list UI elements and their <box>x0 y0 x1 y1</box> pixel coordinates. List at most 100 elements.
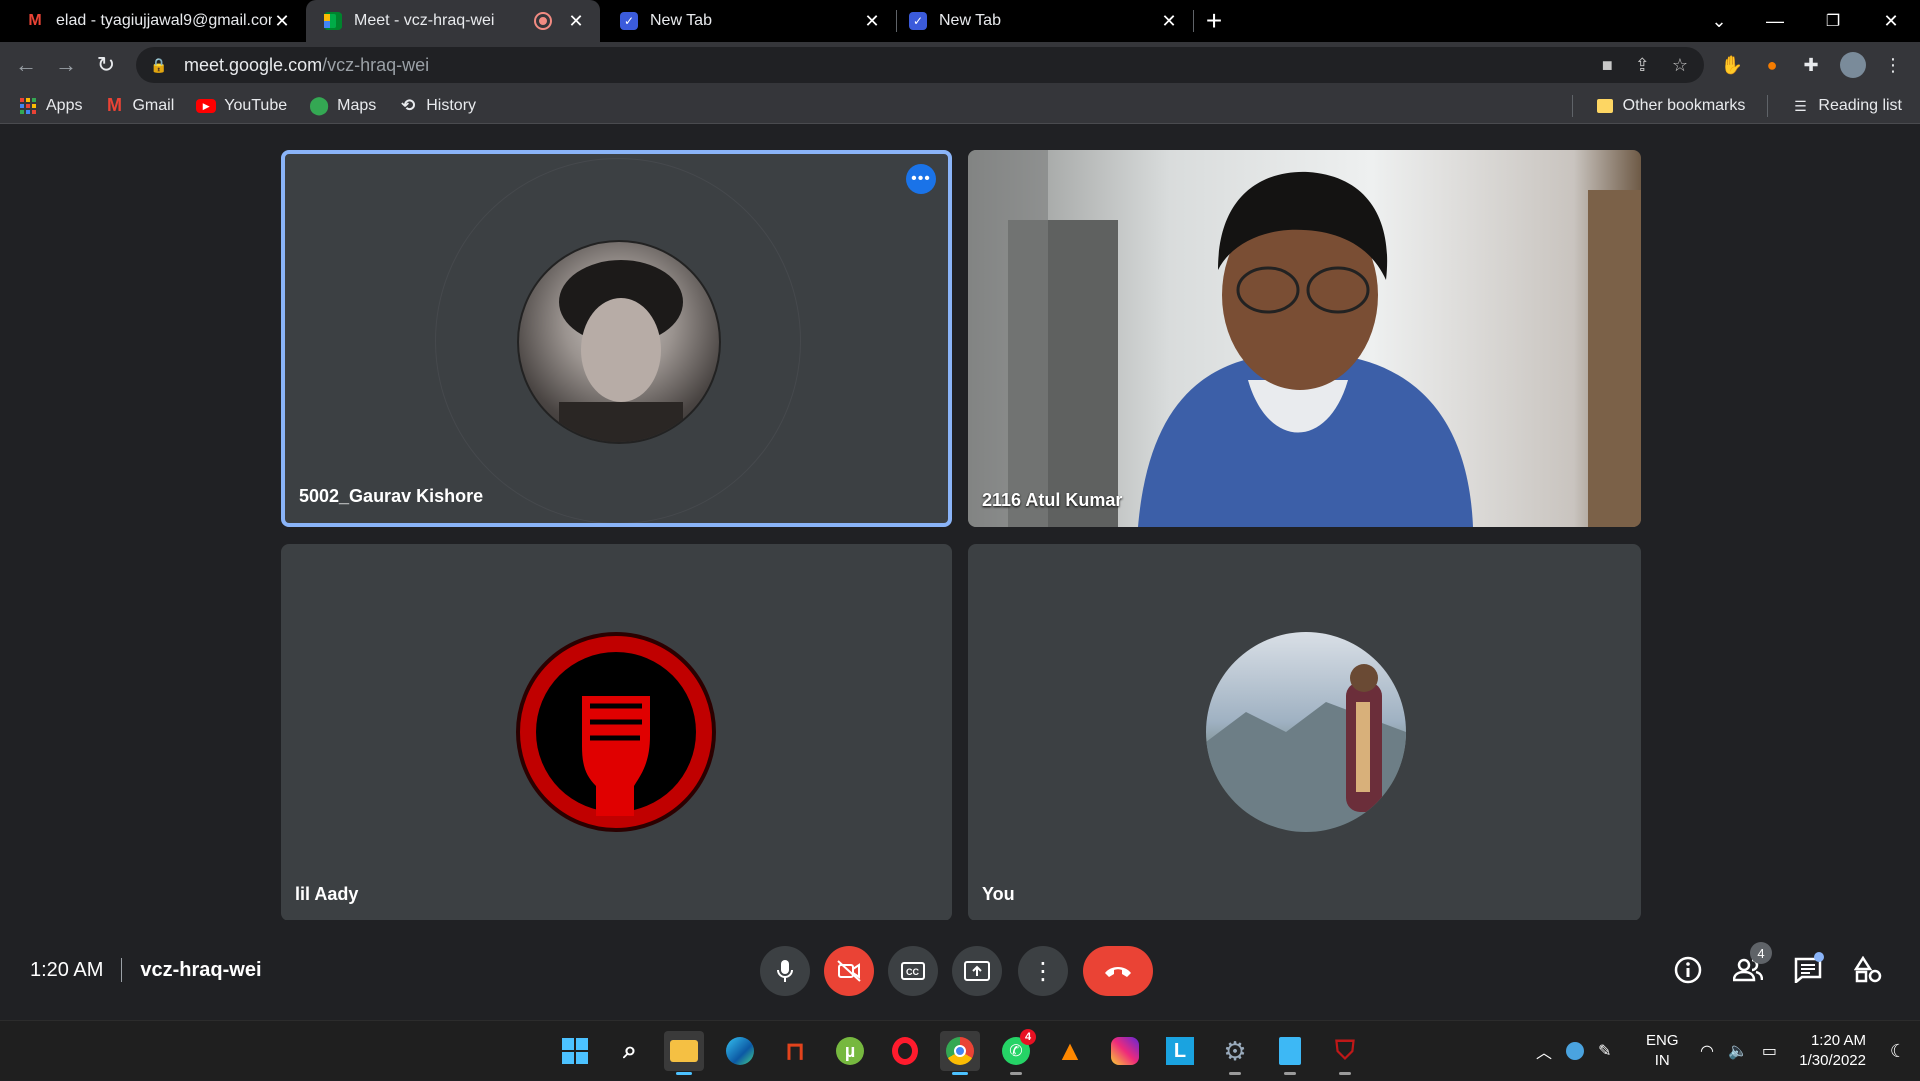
meeting-time: 1:20 AM <box>30 958 104 981</box>
reading-list-label: Reading list <box>1818 97 1902 114</box>
tab-search-icon[interactable]: ⌄ <box>1690 0 1748 42</box>
tab-gmail[interactable]: M elad - tyagiujjawal9@gmail.com ✕ <box>0 0 306 42</box>
edge-icon[interactable] <box>720 1031 760 1071</box>
volume-icon: 🔈 <box>1727 1043 1748 1060</box>
instagram-icon[interactable] <box>1105 1031 1145 1071</box>
language-indicator[interactable]: ENG IN <box>1646 1031 1679 1071</box>
status-icons[interactable]: ◠ 🔈 ▭ <box>1700 1021 1777 1081</box>
reading-list[interactable]: ☰ Reading list <box>1790 96 1902 116</box>
bookmark-youtube[interactable]: ▶ YouTube <box>196 96 287 116</box>
activities-icon <box>1854 956 1882 983</box>
adblock-extension-icon[interactable]: ✋ <box>1717 50 1747 80</box>
participant-tile-you[interactable]: You <box>968 544 1641 921</box>
participant-tile-atul[interactable]: 2116 Atul Kumar <box>968 150 1641 527</box>
bookmark-history[interactable]: ⟲ History <box>398 96 476 116</box>
settings-gear-icon[interactable]: ⚙ <box>1215 1031 1255 1075</box>
bookmark-apps[interactable]: Apps <box>18 96 82 116</box>
activities-button[interactable] <box>1848 950 1888 990</box>
tab-strip: M elad - tyagiujjawal9@gmail.com ✕ Meet … <box>0 0 1920 42</box>
info-icon <box>1674 956 1702 984</box>
camera-in-use-icon[interactable]: ■ <box>1602 55 1613 76</box>
battery-icon: ▭ <box>1761 1043 1778 1060</box>
microphone-button[interactable] <box>760 946 810 996</box>
chat-button[interactable] <box>1788 950 1828 990</box>
meet-icon <box>324 12 342 30</box>
office-icon[interactable]: ⊓ <box>775 1031 815 1071</box>
share-icon[interactable]: ⇪ <box>1635 55 1650 76</box>
focus-assist-icon[interactable]: ☾ <box>1890 1021 1906 1081</box>
vlc-icon[interactable]: ▲ <box>1050 1031 1090 1071</box>
participant-name: You <box>982 884 1015 904</box>
bookmarks-divider <box>1571 95 1573 117</box>
file-explorer-icon[interactable] <box>664 1031 704 1075</box>
taskbar-clock[interactable]: 1:20 AM 1/30/2022 <box>1799 1031 1866 1071</box>
running-indicator <box>1284 1072 1296 1075</box>
search-icon[interactable]: ⌕ <box>610 1031 650 1071</box>
running-indicator <box>1229 1072 1241 1075</box>
meeting-info: 1:20 AM vcz-hraq-wei <box>30 958 262 982</box>
present-screen-button[interactable] <box>952 946 1002 996</box>
tray-l-icon[interactable] <box>1566 1042 1585 1060</box>
tab-newtab-1[interactable]: ✓ New Tab ✕ <box>600 0 896 42</box>
participant-tile-lil-aady[interactable]: lil Aady <box>281 544 952 921</box>
honey-extension-icon[interactable]: ● <box>1757 50 1787 80</box>
apps-grid-icon <box>18 96 38 116</box>
mcafee-icon[interactable]: ⛉ <box>1325 1031 1365 1075</box>
reload-icon[interactable]: ↻ <box>86 45 126 85</box>
notepad-icon[interactable] <box>1270 1031 1310 1075</box>
bookmark-label: Apps <box>46 96 83 114</box>
menu-kebab-icon[interactable]: ⋮ <box>1878 50 1908 80</box>
running-indicator <box>1339 1072 1351 1075</box>
captions-icon: CC <box>901 962 925 980</box>
close-tab-icon[interactable]: ✕ <box>1159 11 1179 32</box>
more-options-button[interactable]: ⋮ <box>1018 946 1068 996</box>
close-tab-icon[interactable]: ✕ <box>862 11 882 32</box>
forward-icon[interactable]: → <box>46 45 86 85</box>
microphone-icon <box>777 960 793 982</box>
start-windows-icon[interactable] <box>555 1031 595 1071</box>
gmail-icon: M <box>28 12 42 29</box>
close-tab-icon[interactable]: ✕ <box>566 11 586 32</box>
leave-call-button[interactable] <box>1083 946 1153 996</box>
bookmark-label: History <box>426 96 477 114</box>
minimize-icon[interactable]: — <box>1746 0 1804 42</box>
whatsapp-icon[interactable]: ✆ 4 <box>996 1029 1036 1075</box>
close-tab-icon[interactable]: ✕ <box>272 11 292 32</box>
participant-tile-gaurav[interactable]: ••• 5002_Gaurav Kishore <box>281 150 952 527</box>
bookmark-gmail[interactable]: M Gmail <box>104 95 174 116</box>
meet-control-bar: 1:20 AM vcz-hraq-wei CC ⋮ 4 <box>0 920 1920 1020</box>
extensions-puzzle-icon[interactable]: ✚ <box>1796 50 1826 80</box>
history-icon: ⟲ <box>401 95 416 115</box>
profile-avatar[interactable] <box>1838 50 1868 80</box>
browser-toolbar: ← → ↻ 🔒 meet.google.com/vcz-hraq-wei ■ ⇪… <box>0 42 1920 88</box>
chrome-icon[interactable] <box>940 1031 980 1075</box>
opera-icon[interactable] <box>885 1031 925 1071</box>
close-window-icon[interactable]: ✕ <box>1862 0 1920 42</box>
chevron-up-icon[interactable]: ︿ <box>1536 1039 1552 1063</box>
newtab-icon: ✓ <box>620 12 638 30</box>
running-indicator <box>952 1072 968 1075</box>
pen-touch-icon[interactable]: ✎ <box>1598 1041 1611 1061</box>
l-app-icon[interactable]: L <box>1160 1031 1200 1071</box>
tab-meet[interactable]: Meet - vcz-hraq-wei ✕ <box>306 0 600 42</box>
more-options-button[interactable]: ••• <box>906 164 936 194</box>
captions-button[interactable]: CC <box>888 946 938 996</box>
tab-newtab-2[interactable]: ✓ New Tab ✕ <box>897 0 1193 42</box>
bookmark-maps[interactable]: ⬤ Maps <box>309 95 376 116</box>
running-indicator <box>1010 1072 1022 1075</box>
language-code: ENG <box>1646 1032 1679 1049</box>
address-bar[interactable]: 🔒 meet.google.com/vcz-hraq-wei ■ ⇪ ☆ <box>136 47 1704 83</box>
system-tray: ︿ ✎ <box>1536 1021 1611 1081</box>
bookmark-star-icon[interactable]: ☆ <box>1672 55 1688 76</box>
camera-toggle-button[interactable] <box>824 946 874 996</box>
meeting-details-button[interactable] <box>1668 950 1708 990</box>
other-bookmarks[interactable]: Other bookmarks <box>1595 96 1745 116</box>
bookmark-label: YouTube <box>224 96 288 114</box>
people-button[interactable]: 4 <box>1728 942 1772 990</box>
restore-icon[interactable]: ❐ <box>1804 0 1862 42</box>
new-tab-button[interactable]: + <box>1194 0 1234 42</box>
utorrent-icon[interactable]: µ <box>830 1031 870 1071</box>
avatar <box>1206 632 1406 832</box>
back-icon[interactable]: ← <box>6 45 46 85</box>
windows-taskbar: ⌕ ⊓ µ ✆ 4 ▲ L ⚙ ⛉ ︿ ✎ ENG IN ◠ 🔈 ▭ 1:20 A… <box>0 1020 1920 1080</box>
